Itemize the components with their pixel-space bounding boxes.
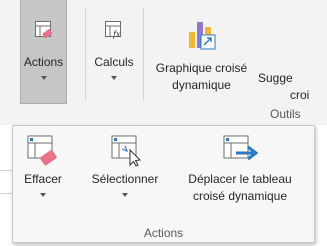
chevron-down-icon <box>40 76 47 80</box>
calculs-icon: fx <box>105 21 121 39</box>
recommended-pivot-label-line2: croi <box>290 88 310 102</box>
chevron-down-icon <box>111 76 117 80</box>
pivot-chart-label-line2: dynamique <box>172 78 231 92</box>
separator <box>85 8 86 100</box>
sheet-gridline <box>0 193 12 194</box>
eraser-icon <box>27 135 57 166</box>
move-pivot-table-label-line1: Déplacer le tableau <box>188 172 292 186</box>
calculs-button[interactable]: fx Calculs <box>88 20 140 80</box>
tools-group-label: Outils <box>270 107 301 121</box>
clear-button[interactable]: Effacer <box>17 134 69 197</box>
chevron-down-icon <box>40 193 46 197</box>
pivot-chart-icon <box>188 22 215 50</box>
actions-icon <box>34 21 52 39</box>
clear-label: Effacer <box>24 172 62 186</box>
move-arrow-icon <box>223 135 258 161</box>
svg-text:fx: fx <box>112 30 121 39</box>
move-pivot-table-label-line2: croisé dynamique <box>192 189 288 203</box>
move-pivot-table-button[interactable]: Déplacer le tableau croisé dynamique <box>173 134 307 205</box>
select-cursor-icon <box>111 135 142 167</box>
actions-group-label: Actions <box>143 226 184 240</box>
recommended-pivot-label-line1: Sugge <box>258 71 293 85</box>
sheet-gridline <box>0 170 12 171</box>
select-button[interactable]: Sélectionner <box>83 134 167 197</box>
pivot-chart-button[interactable]: Graphique croisé dynamique <box>148 18 255 94</box>
recommended-pivot-button[interactable]: Sugge croi <box>258 70 327 104</box>
calculs-label: Calculs <box>94 55 134 69</box>
actions-button[interactable]: Actions <box>20 20 67 80</box>
separator <box>143 8 144 100</box>
actions-dropdown-panel: Effacer Sélectionner Déplacer le tableau… <box>12 125 315 243</box>
actions-label: Actions <box>23 55 64 69</box>
ribbon: Actions fx Calculs Graphique croisé dyna… <box>0 0 327 125</box>
chevron-down-icon <box>122 193 128 197</box>
select-label: Sélectionner <box>91 172 159 186</box>
pivot-chart-label-line1: Graphique croisé <box>155 61 248 75</box>
